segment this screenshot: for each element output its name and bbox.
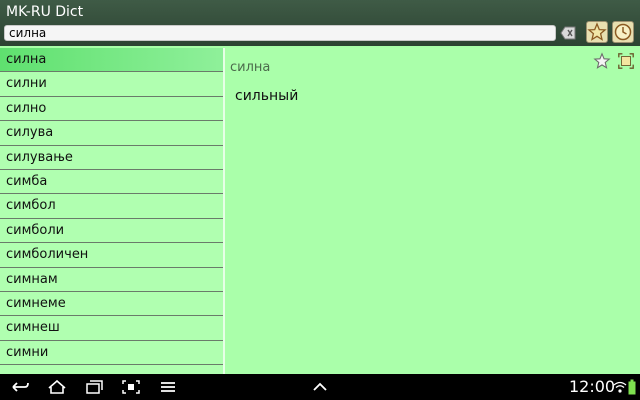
list-item[interactable]: силна [0,48,223,73]
home-icon[interactable] [47,379,67,395]
add-favorite-icon[interactable] [593,52,611,70]
list-item[interactable]: силува [0,121,223,146]
back-icon[interactable] [10,379,30,395]
system-navbar: 12:00 [0,374,640,400]
list-item[interactable]: симболи [0,219,223,244]
recent-apps-icon[interactable] [84,379,104,395]
list-item-label: силување [6,149,73,165]
list-item[interactable]: силни [0,72,223,97]
star-icon [587,22,607,41]
list-item-label: силна [6,52,47,67]
status-time: 12:00 [569,377,616,396]
list-item[interactable]: силно [0,97,223,122]
expand-icon[interactable] [617,52,635,70]
list-item-label: симнеш [6,320,60,336]
entry-translation: сильный [235,88,299,104]
list-item-label: симбол [6,198,56,214]
app-title: MK-RU Dict [6,4,84,20]
list-item-label: симнеме [6,295,66,311]
battery-icon [628,379,636,395]
list-item-label: силни [6,76,47,92]
list-item-label: симба [6,173,48,189]
list-item[interactable]: симнеме [0,292,223,317]
list-item-label: симнам [6,271,58,287]
list-item-label: силно [6,100,47,116]
list-item[interactable]: симба [0,170,223,195]
clear-icon[interactable] [560,26,576,40]
wifi-icon [613,381,627,393]
list-item[interactable]: силување [0,146,223,170]
screenshot-icon[interactable] [121,379,141,395]
list-item-label: симболичен [6,247,89,263]
list-item[interactable]: симнеш [0,316,223,341]
detail-pane: силна сильный [225,48,640,374]
word-list[interactable]: силна силни силно силува силување симба симбол… [0,48,223,374]
list-item[interactable]: симболичен [0,243,223,268]
history-button[interactable] [612,21,634,43]
clock-icon [614,23,632,41]
search-field[interactable] [4,25,556,41]
list-item[interactable]: симни [0,341,223,366]
list-item-label: силува [6,125,54,141]
favorites-button[interactable] [586,21,608,43]
list-item[interactable]: симнам [0,268,223,292]
menu-icon[interactable] [158,379,178,395]
list-item-label: симни [6,344,49,360]
app-header: MK-RU Dict [0,0,640,46]
search-input[interactable] [9,26,549,40]
entry-headword: силна [230,60,271,75]
list-item-label: симболи [6,222,65,238]
list-item[interactable]: симбол [0,194,223,219]
chevron-up-icon[interactable] [310,379,330,395]
